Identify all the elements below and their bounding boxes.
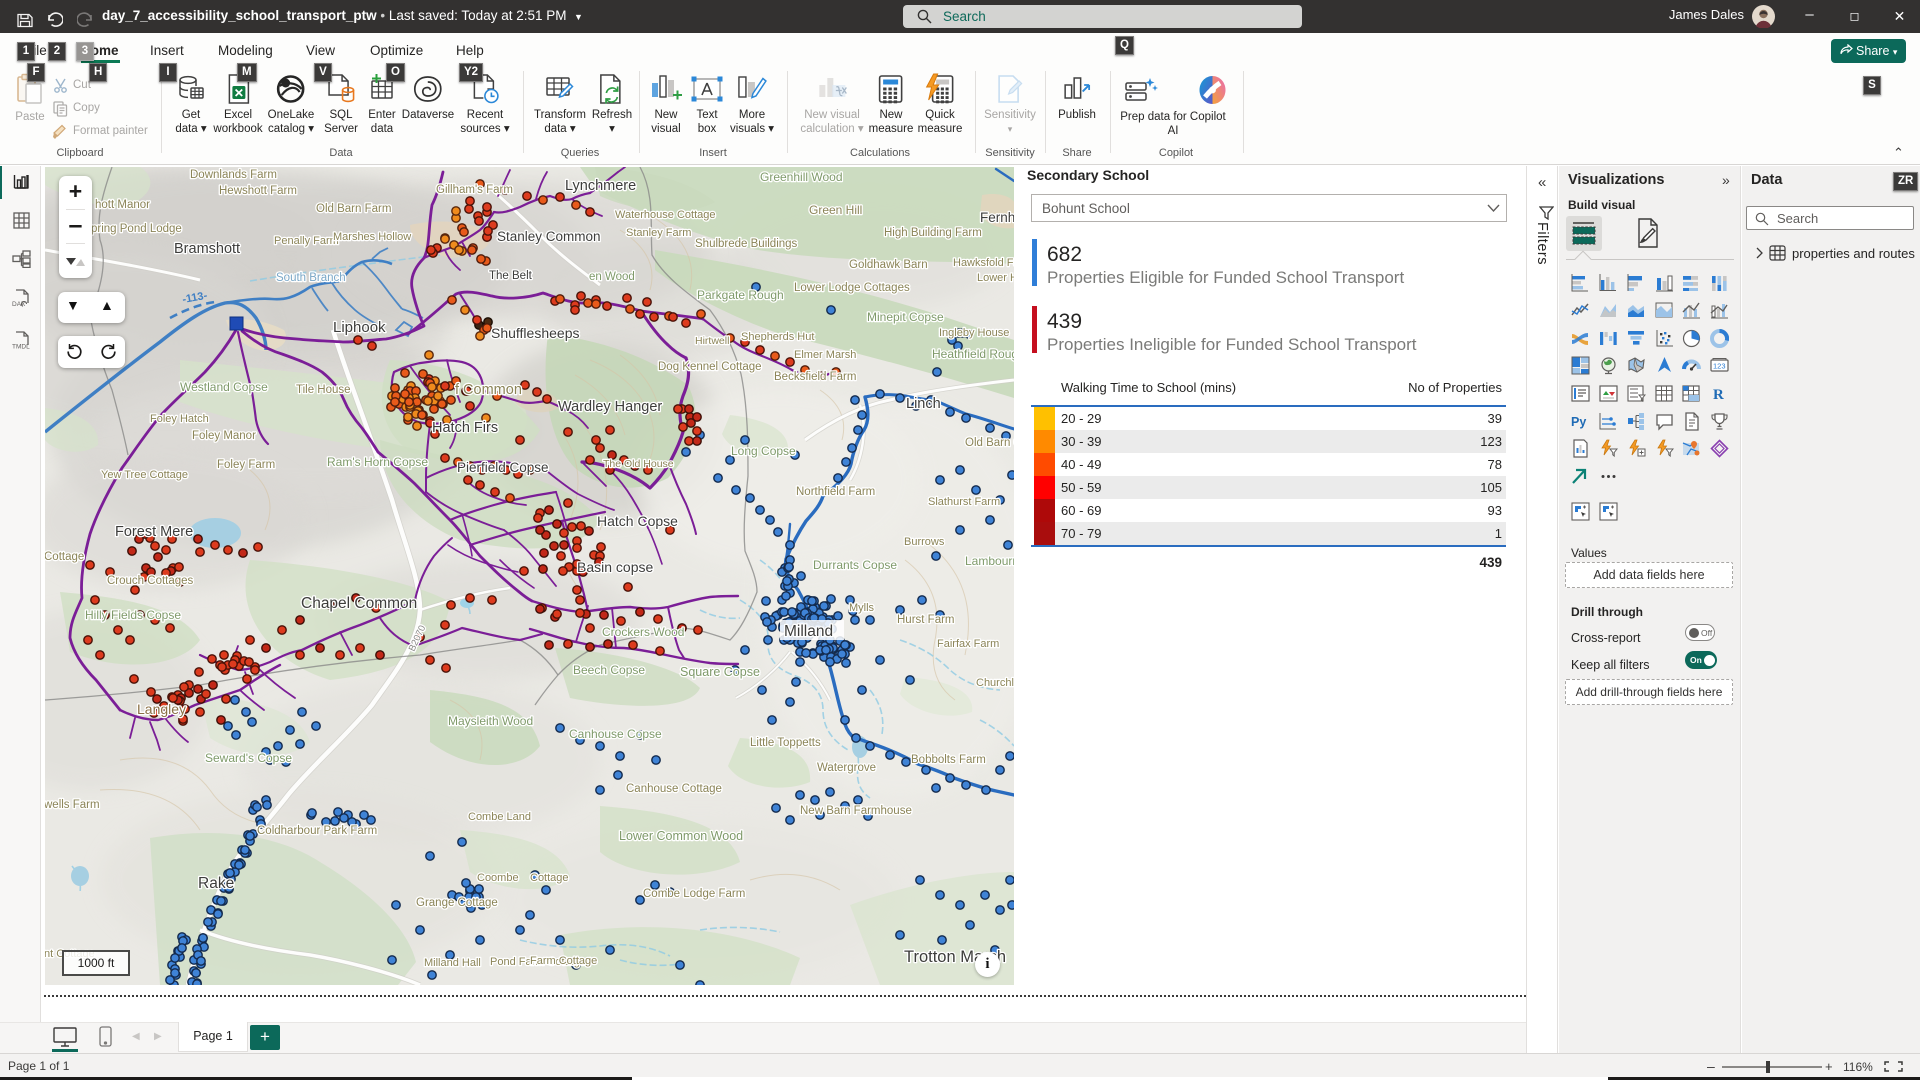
svg-text:Greenhill Wood: Greenhill Wood bbox=[760, 170, 843, 184]
svg-text:Pierfield Copse: Pierfield Copse bbox=[457, 460, 549, 475]
svg-text:Ingleby House: Ingleby House bbox=[939, 327, 1009, 339]
svg-text:The Old House: The Old House bbox=[603, 458, 674, 470]
svg-text:hott Manor: hott Manor bbox=[95, 199, 150, 211]
svg-text:Wardley Hanger: Wardley Hanger bbox=[558, 399, 662, 415]
svg-text:Downlands Farm: Downlands Farm bbox=[190, 169, 277, 181]
svg-text:en Wood: en Wood bbox=[589, 271, 635, 283]
svg-text:f Common: f Common bbox=[455, 382, 522, 398]
svg-text:South Branch: South Branch bbox=[276, 272, 346, 284]
svg-text:Hatch Firs: Hatch Firs bbox=[432, 420, 498, 436]
svg-text:Forest Mere: Forest Mere bbox=[115, 524, 193, 540]
svg-text:Hurst Farm: Hurst Farm bbox=[897, 614, 955, 626]
svg-text:Cottage: Cottage bbox=[530, 872, 569, 884]
svg-text:Marshes Hollow: Marshes Hollow bbox=[333, 231, 411, 243]
svg-text:Coldharbour Park Farm: Coldharbour Park Farm bbox=[257, 825, 377, 837]
svg-text:Parkgate Rough: Parkgate Rough bbox=[697, 288, 784, 302]
svg-text:Hewshott Farm: Hewshott Farm bbox=[219, 185, 297, 197]
svg-text:Shulbrede Buildings: Shulbrede Buildings bbox=[695, 238, 798, 250]
svg-text:Burrows: Burrows bbox=[904, 536, 945, 548]
svg-text:Stanley Farm: Stanley Farm bbox=[626, 227, 691, 239]
svg-text:Combe Lodge Farm: Combe Lodge Farm bbox=[643, 888, 745, 900]
svg-text:Rake: Rake bbox=[198, 875, 234, 892]
svg-text:Chapel Common: Chapel Common bbox=[301, 595, 417, 612]
svg-text:Shufflesheeps: Shufflesheeps bbox=[491, 325, 579, 341]
svg-text:wells Farm: wells Farm bbox=[45, 799, 100, 811]
svg-text:Lower Ha: Lower Ha bbox=[977, 272, 1014, 284]
svg-text:Coombe: Coombe bbox=[477, 872, 519, 884]
svg-text:Shepherds Hut: Shepherds Hut bbox=[741, 331, 814, 343]
svg-text:pring Pond Lodge: pring Pond Lodge bbox=[91, 223, 182, 235]
svg-text:Penally Farm: Penally Farm bbox=[274, 235, 339, 247]
svg-text:Churchla: Churchla bbox=[976, 677, 1014, 689]
svg-text:Durrants Copse: Durrants Copse bbox=[813, 558, 897, 572]
svg-text:Fernhurst: Fernhurst bbox=[980, 210, 1014, 225]
svg-text:Old Barn Farm: Old Barn Farm bbox=[316, 203, 391, 215]
svg-text:Hilly Fields Copse: Hilly Fields Copse bbox=[85, 608, 181, 622]
svg-text:Minepit Copse: Minepit Copse bbox=[867, 310, 944, 324]
svg-text:Liphook: Liphook bbox=[333, 319, 386, 336]
svg-text:Waterhouse Cottage: Waterhouse Cottage bbox=[615, 209, 715, 221]
svg-text:Foley Hatch: Foley Hatch bbox=[150, 413, 209, 425]
svg-text:TMDL: TMDL bbox=[12, 344, 30, 351]
svg-text:Westland Copse: Westland Copse bbox=[180, 380, 268, 394]
svg-text:Mylls: Mylls bbox=[849, 602, 875, 614]
svg-text:New Barn Farmhouse: New Barn Farmhouse bbox=[800, 805, 912, 817]
svg-text:R: R bbox=[1713, 387, 1724, 403]
svg-text:Py: Py bbox=[1571, 415, 1586, 429]
svg-text:Becksfield Farm: Becksfield Farm bbox=[774, 371, 856, 383]
svg-text:Bramshott: Bramshott bbox=[174, 241, 240, 257]
svg-text:Combe Land: Combe Land bbox=[468, 811, 531, 823]
svg-text:Stanley Common: Stanley Common bbox=[497, 229, 601, 244]
svg-text:Hirtwell: Hirtwell bbox=[695, 335, 729, 347]
svg-text:Ram's Horn Copse: Ram's Horn Copse bbox=[327, 455, 428, 469]
svg-text:Gillham's Farm: Gillham's Farm bbox=[436, 184, 513, 196]
svg-text:Milland: Milland bbox=[784, 623, 833, 640]
svg-text:Watergrove: Watergrove bbox=[817, 762, 876, 774]
svg-text:Old Barn C: Old Barn C bbox=[965, 437, 1014, 449]
svg-text:Cottage: Cottage bbox=[45, 551, 84, 563]
svg-text:Linch: Linch bbox=[906, 396, 941, 412]
svg-text:Little Toppetts: Little Toppetts bbox=[750, 737, 821, 749]
svg-text:High Building Farm: High Building Farm bbox=[884, 227, 982, 239]
svg-text:Milland Hall: Milland Hall bbox=[424, 957, 481, 969]
svg-text:Bobbolts Farm: Bobbolts Farm bbox=[911, 754, 986, 766]
svg-text:Green Hill: Green Hill bbox=[809, 203, 862, 217]
svg-text:Yew Tree Cottage: Yew Tree Cottage bbox=[101, 469, 188, 481]
svg-text:Heathfield Rough: Heathfield Rough bbox=[932, 347, 1014, 361]
svg-text:Canhouse Copse: Canhouse Copse bbox=[569, 727, 662, 741]
svg-text:Maysleith Wood: Maysleith Wood bbox=[448, 714, 533, 728]
svg-text:Hawksfold Farm: Hawksfold Farm bbox=[953, 257, 1014, 269]
svg-text:Slathurst Farm: Slathurst Farm bbox=[928, 496, 1000, 508]
svg-text:Lynchmere: Lynchmere bbox=[565, 178, 636, 194]
svg-text:Hatch Copse: Hatch Copse bbox=[597, 513, 678, 529]
svg-text:123: 123 bbox=[1713, 362, 1726, 371]
svg-text:DAX: DAX bbox=[12, 301, 26, 308]
svg-text:Lower Common Wood: Lower Common Wood bbox=[619, 829, 743, 843]
svg-text:Fairfax Farm: Fairfax Farm bbox=[937, 638, 999, 650]
svg-text:Square Copse: Square Copse bbox=[680, 665, 760, 679]
svg-text:Foley Manor: Foley Manor bbox=[192, 430, 256, 442]
svg-text:Tile House: Tile House bbox=[296, 384, 351, 396]
svg-text:Farm Cottage: Farm Cottage bbox=[530, 955, 597, 967]
svg-text:Seward's Copse: Seward's Copse bbox=[205, 751, 292, 765]
svg-text:Goldhawk Barn: Goldhawk Barn bbox=[849, 259, 928, 271]
svg-text:Dog Kennel Cottage: Dog Kennel Cottage bbox=[658, 361, 762, 373]
svg-text:Foley Farm: Foley Farm bbox=[217, 459, 275, 471]
svg-text:Northfield Farm: Northfield Farm bbox=[796, 486, 875, 498]
svg-text:Basin copse: Basin copse bbox=[577, 559, 653, 575]
svg-text:Canhouse Cottage: Canhouse Cottage bbox=[626, 783, 722, 795]
svg-text:Crockers Wood: Crockers Wood bbox=[602, 625, 684, 639]
svg-text:Lower Lodge Cottages: Lower Lodge Cottages bbox=[794, 282, 910, 294]
svg-text:Beech Copse: Beech Copse bbox=[573, 663, 645, 677]
svg-text:Langley: Langley bbox=[137, 701, 186, 717]
svg-text:Long Copse: Long Copse bbox=[731, 444, 796, 458]
svg-text:Grange Cottage: Grange Cottage bbox=[416, 897, 498, 909]
svg-text:Crouch Cottages: Crouch Cottages bbox=[107, 575, 194, 587]
svg-text:Lambourn: Lambourn bbox=[965, 554, 1014, 568]
svg-text:The Belt: The Belt bbox=[489, 270, 533, 282]
svg-text:Elmer Marsh: Elmer Marsh bbox=[794, 349, 856, 361]
